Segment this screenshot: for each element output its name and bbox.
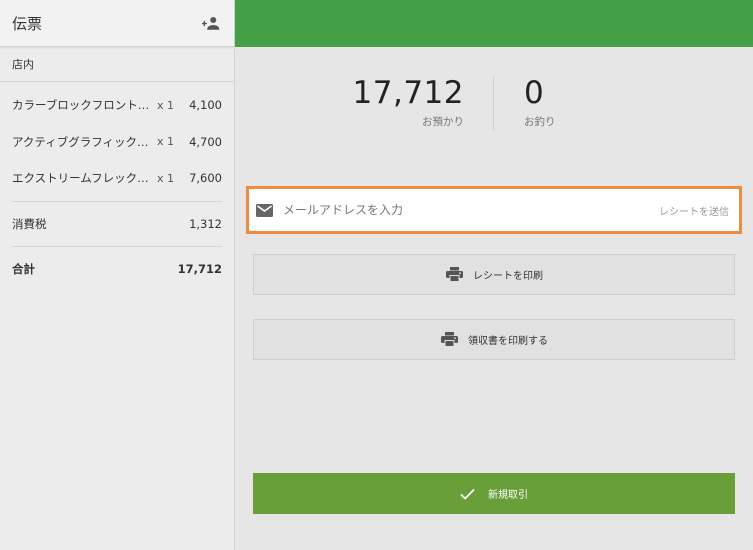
receipt-header: 伝票 bbox=[0, 0, 234, 47]
line-items: カラーブロックフロント… x 1 4,100 アクティブグラフィック… x 1 … bbox=[0, 87, 234, 291]
item-name: エクストリームフレック… bbox=[12, 171, 149, 186]
received-amount: 17,712 お預かり bbox=[353, 74, 464, 129]
total-value: 17,712 bbox=[177, 261, 222, 276]
item-price: 7,600 bbox=[189, 171, 222, 186]
line-item[interactable]: カラーブロックフロント… x 1 4,100 bbox=[12, 87, 222, 124]
tax-label: 消費税 bbox=[12, 216, 47, 231]
tax-row: 消費税 1,312 bbox=[12, 202, 222, 246]
email-field-container: レシートを送信 bbox=[246, 186, 742, 234]
item-qty: x 1 bbox=[157, 171, 175, 185]
dining-section-label: 店内 bbox=[0, 47, 234, 82]
payment-panel: 17,712 お預かり 0 お釣り レシートを送信 レシートを印刷 bbox=[235, 0, 753, 550]
top-bar bbox=[235, 0, 753, 47]
printer-icon bbox=[440, 332, 458, 348]
change-amount: 0 お釣り bbox=[524, 74, 556, 129]
receipt-panel: 伝票 店内 カラーブロックフロント… x 1 4,100 アクティブグラフィック… bbox=[0, 0, 235, 550]
add-user-icon[interactable] bbox=[200, 12, 222, 34]
amounts-display: 17,712 お預かり 0 お釣り bbox=[235, 74, 753, 130]
item-name: アクティブグラフィック… bbox=[12, 134, 149, 149]
total-row: 合計 17,712 bbox=[12, 247, 222, 291]
receipt-title: 伝票 bbox=[12, 14, 43, 33]
print-receipt-label: レシートを印刷 bbox=[473, 271, 543, 282]
change-value: 0 bbox=[524, 75, 545, 111]
print-receipt-button[interactable]: レシートを印刷 bbox=[253, 254, 735, 295]
item-price: 4,100 bbox=[189, 98, 222, 113]
send-receipt-button[interactable]: レシートを送信 bbox=[659, 203, 729, 218]
item-price: 4,700 bbox=[189, 134, 222, 149]
change-label: お釣り bbox=[524, 116, 556, 128]
item-name: カラーブロックフロント… bbox=[12, 98, 150, 113]
tax-value: 1,312 bbox=[189, 216, 222, 231]
received-label: お預かり bbox=[422, 116, 464, 128]
print-invoice-label: 領収書を印刷する bbox=[468, 336, 548, 347]
line-item[interactable]: エクストリームフレック… x 1 7,600 bbox=[12, 160, 222, 197]
line-item[interactable]: アクティブグラフィック… x 1 4,700 bbox=[12, 124, 222, 161]
new-transaction-button[interactable]: 新規取引 bbox=[253, 473, 735, 514]
item-qty: x 1 bbox=[157, 135, 175, 149]
amount-separator bbox=[493, 76, 494, 130]
received-value: 17,712 bbox=[352, 75, 464, 111]
item-qty: x 1 bbox=[157, 98, 175, 112]
check-icon bbox=[460, 487, 476, 501]
mail-icon bbox=[256, 203, 274, 217]
printer-icon bbox=[445, 267, 463, 283]
print-invoice-button[interactable]: 領収書を印刷する bbox=[253, 319, 735, 360]
new-transaction-label: 新規取引 bbox=[488, 490, 528, 501]
email-input[interactable] bbox=[283, 203, 659, 217]
total-label: 合計 bbox=[12, 261, 35, 276]
